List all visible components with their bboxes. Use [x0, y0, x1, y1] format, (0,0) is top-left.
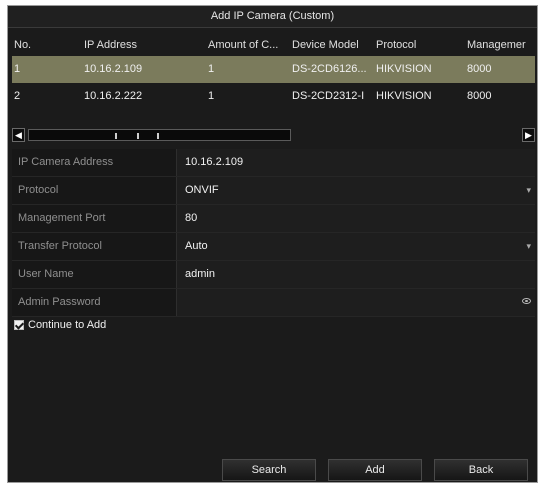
admin-password-input[interactable]: [177, 289, 535, 316]
chevron-left-icon[interactable]: ◀: [12, 128, 25, 142]
cell-ip-address: 10.16.2.109: [84, 63, 143, 75]
add-ip-camera-dialog: Add IP Camera (Custom) No. IP Address Am…: [7, 5, 538, 483]
management-port-label: Management Port: [12, 205, 177, 232]
cell-device-model: DS-2CD2312-I: [292, 90, 365, 102]
horizontal-scrollbar[interactable]: ◀ ▶: [12, 128, 535, 142]
form-row-admin-password: Admin Password: [12, 289, 535, 317]
grip-icon: [157, 133, 159, 139]
search-button[interactable]: Search: [222, 459, 316, 481]
cell-management-port: 8000: [467, 63, 492, 75]
dialog-footer: Search Add Back: [8, 456, 537, 482]
dialog-title: Add IP Camera (Custom): [8, 6, 537, 28]
cell-device-model: DS-2CD6126...: [292, 63, 367, 75]
column-header-ip-address[interactable]: IP Address: [84, 34, 208, 56]
chevron-right-icon[interactable]: ▶: [522, 128, 535, 142]
column-header-device-model[interactable]: Device Model: [292, 34, 376, 56]
management-port-input[interactable]: 80: [177, 205, 535, 232]
cell-no: 1: [14, 63, 21, 75]
form-row-user-name: User Name admin: [12, 261, 535, 289]
user-name-label: User Name: [12, 261, 177, 288]
cell-protocol: HIKVISION: [376, 63, 432, 75]
transfer-protocol-value: Auto: [185, 240, 208, 252]
table-row[interactable]: 2 10.16.2.222 1 DS-2CD2312-I HIKVISION 8…: [12, 83, 535, 110]
eye-icon[interactable]: [522, 298, 531, 304]
column-header-no[interactable]: No.: [12, 34, 84, 56]
add-button[interactable]: Add: [328, 459, 422, 481]
grip-icon: [137, 133, 139, 139]
admin-password-label: Admin Password: [12, 289, 177, 316]
cell-amount: 1: [208, 63, 215, 75]
protocol-label: Protocol: [12, 177, 177, 204]
scrollbar-thumb[interactable]: [28, 129, 291, 141]
table-header: No. IP Address Amount of C... Device Mod…: [12, 34, 535, 56]
column-header-management[interactable]: Managemer: [467, 34, 535, 56]
form-row-ip-address: IP Camera Address 10.16.2.109: [12, 149, 535, 177]
cell-protocol: HIKVISION: [376, 90, 432, 102]
column-header-amount[interactable]: Amount of C...: [208, 34, 292, 56]
continue-to-add-label: Continue to Add: [28, 319, 107, 331]
ip-camera-address-input[interactable]: 10.16.2.109: [177, 149, 535, 176]
grip-icon: [115, 133, 117, 139]
protocol-select[interactable]: ONVIF ▾: [177, 177, 535, 204]
protocol-value: ONVIF: [185, 184, 219, 196]
form-row-transfer-protocol: Transfer Protocol Auto ▾: [12, 233, 535, 261]
transfer-protocol-select[interactable]: Auto ▾: [177, 233, 535, 260]
cell-amount: 1: [208, 90, 215, 102]
ip-camera-address-label: IP Camera Address: [12, 149, 177, 176]
form-row-protocol: Protocol ONVIF ▾: [12, 177, 535, 205]
chevron-down-icon: ▾: [526, 241, 531, 251]
user-name-input[interactable]: admin: [177, 261, 535, 288]
chevron-down-icon: ▾: [526, 185, 531, 195]
table-row[interactable]: 1 10.16.2.109 1 DS-2CD6126... HIKVISION …: [12, 56, 535, 83]
cell-ip-address: 10.16.2.222: [84, 90, 143, 102]
cell-management-port: 8000: [467, 90, 492, 102]
transfer-protocol-label: Transfer Protocol: [12, 233, 177, 260]
checkbox-checked-icon[interactable]: [14, 320, 24, 330]
back-button[interactable]: Back: [434, 459, 528, 481]
continue-to-add-checkbox[interactable]: Continue to Add: [14, 318, 106, 332]
camera-table: No. IP Address Amount of C... Device Mod…: [12, 34, 535, 110]
form-row-management-port: Management Port 80: [12, 205, 535, 233]
cell-no: 2: [14, 90, 21, 102]
camera-settings-form: IP Camera Address 10.16.2.109 Protocol O…: [12, 149, 535, 317]
column-header-protocol[interactable]: Protocol: [376, 34, 467, 56]
